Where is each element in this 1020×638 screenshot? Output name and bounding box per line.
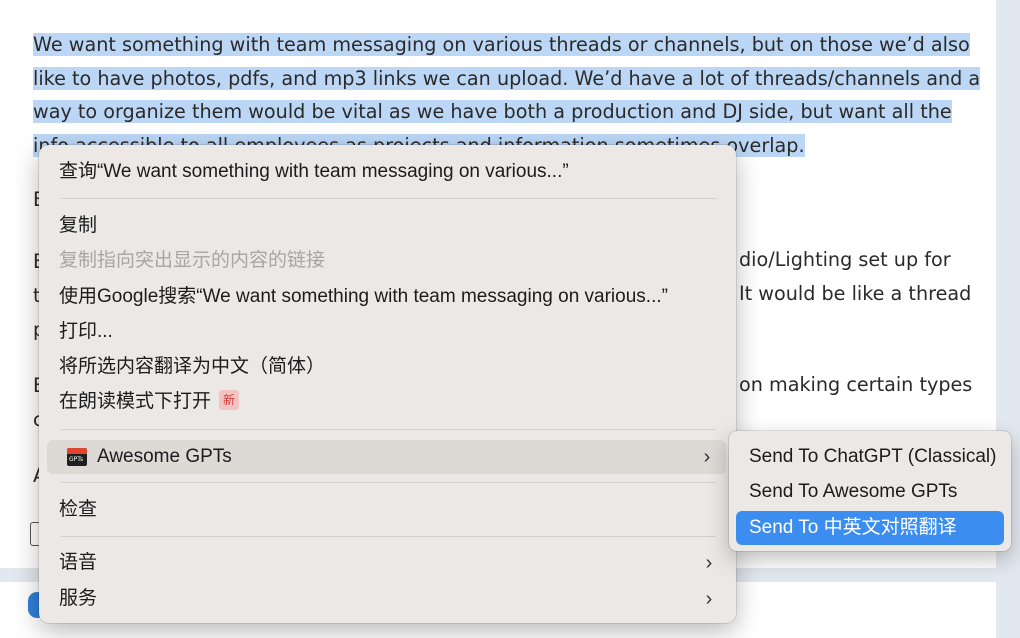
menu-item-lookup[interactable]: 查询“We want something with team messaging… [59,157,569,187]
menu-item-print[interactable]: 打印... [59,317,113,347]
menu-separator [61,198,716,199]
submenu-item-send-translate[interactable]: Send To 中英文对照翻译 [736,511,1004,545]
menu-item-translate[interactable]: 将所选内容翻译为中文（简体） [59,352,325,382]
new-badge: 新 [219,389,240,410]
paragraph-fragment: on making certain types [739,373,973,396]
menu-item-speech[interactable]: 语音 [59,548,716,578]
menu-item-label: 服务 [59,588,98,609]
menu-item-copy-link-to-highlight[interactable]: 复制指向突出显示的内容的链接 [59,246,325,276]
menu-separator [61,482,716,483]
awesome-gpts-submenu: Send To ChatGPT (Classical) Send To Awes… [729,431,1011,551]
menu-item-label: Awesome GPTs [97,446,232,467]
menu-item-google-search[interactable]: 使用Google搜索“We want something with team m… [59,282,668,312]
chevron-right-icon: › [705,588,713,610]
selected-paragraph: We want something with team messaging on… [33,28,993,162]
menu-item-label: 语音 [59,552,98,573]
menu-item-label: 在朗读模式下打开 [59,391,212,412]
chevron-right-icon: › [705,552,713,574]
submenu-item-send-awesome-gpts[interactable]: Send To Awesome GPTs [749,477,957,507]
paragraph-fragment: It would be like a thread [739,282,972,305]
menu-item-reader-mode[interactable]: 在朗读模式下打开新 [59,387,240,417]
menu-separator [61,536,716,537]
submenu-item-send-chatgpt-classical[interactable]: Send To ChatGPT (Classical) [749,442,996,472]
paragraph-fragment: dio/Lighting set up for [739,248,951,271]
icon-label: GPTs [69,456,84,463]
text-selection: We want something with team messaging on… [33,33,981,157]
menu-item-inspect[interactable]: 检查 [59,495,97,525]
menu-item-services[interactable]: 服务 [59,584,97,614]
awesome-gpts-icon: GPTs [67,448,87,466]
menu-separator [61,429,716,430]
context-menu: 查询“We want something with team messaging… [39,145,736,623]
chevron-right-icon: › [703,446,711,468]
menu-item-awesome-gpts[interactable]: GPTs Awesome GPTs › [47,440,726,474]
menu-item-copy[interactable]: 复制 [59,211,97,241]
submenu-item-label: Send To 中英文对照翻译 [749,517,957,538]
